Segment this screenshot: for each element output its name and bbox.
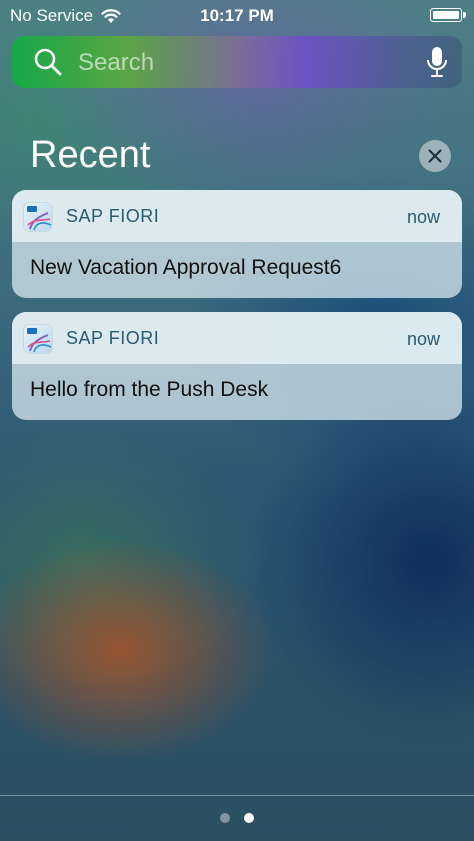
notification-time: now (406, 329, 440, 349)
sap-fiori-app-icon (24, 325, 52, 353)
search-icon (34, 48, 62, 76)
battery-fill (433, 11, 459, 19)
page-dot-2[interactable] (244, 813, 254, 823)
battery-icon (430, 8, 466, 22)
notification-header: SAP FIORI now (12, 312, 462, 364)
notification-header: SAP FIORI now (12, 190, 462, 242)
notification-app-name: SAP FIORI (66, 206, 160, 226)
notification-app-name: SAP FIORI (66, 328, 160, 348)
notification-card[interactable]: SAP FIORI now New Vacation Approval Requ… (12, 190, 462, 298)
close-icon (428, 149, 442, 163)
microphone-icon[interactable] (426, 46, 448, 78)
notification-card[interactable]: SAP FIORI now Hello from the Push Desk (12, 312, 462, 420)
search-input[interactable]: Search (78, 49, 154, 77)
notification-message: Hello from the Push Desk (30, 378, 269, 401)
clear-notifications-button[interactable] (419, 140, 451, 172)
notification-time: now (406, 207, 440, 227)
status-time: 10:17 PM (200, 6, 274, 25)
bottom-divider (0, 795, 474, 796)
battery-nub (463, 12, 466, 18)
sap-fiori-app-icon (24, 203, 52, 231)
page-dot-1[interactable] (220, 813, 230, 823)
page-indicator[interactable] (0, 813, 474, 823)
notification-message: New Vacation Approval Request6 (30, 256, 342, 279)
status-bar: No Service 10:17 PM (0, 0, 474, 32)
search-bar[interactable]: Search (12, 36, 462, 88)
recent-heading: Recent (30, 134, 151, 176)
